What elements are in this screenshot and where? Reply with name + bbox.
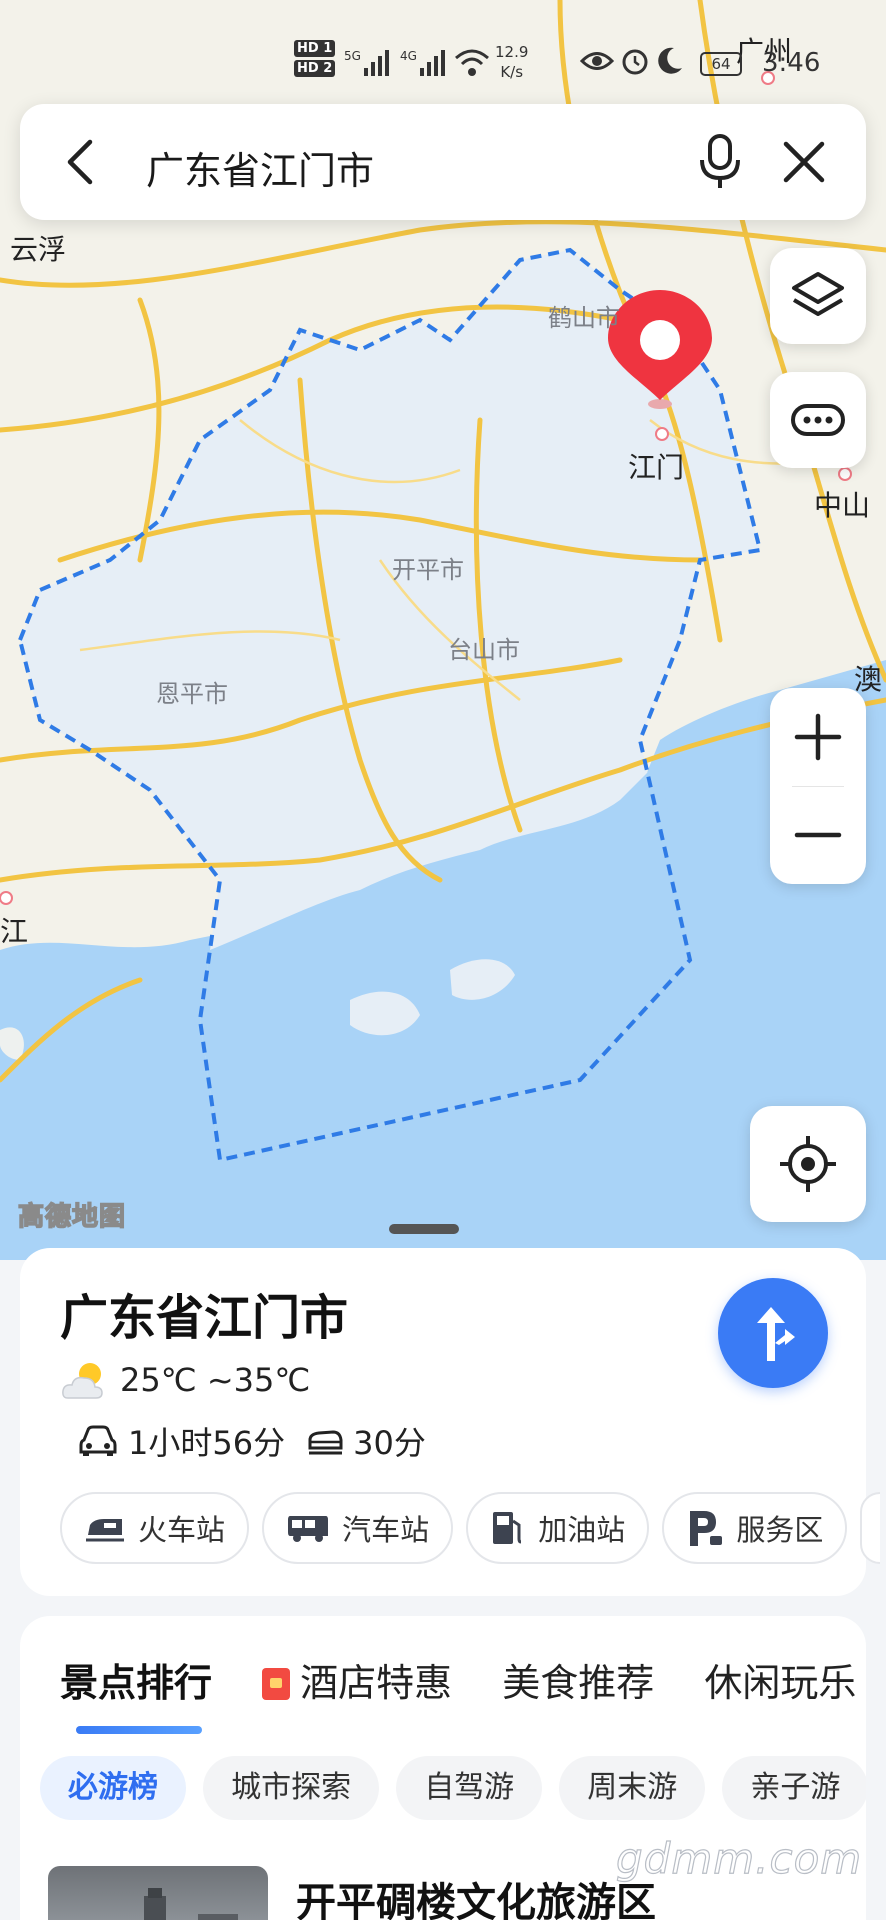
tab-food[interactable]: 美食推荐 <box>502 1652 654 1707</box>
chip-gas-station[interactable]: 加油站 <box>466 1492 650 1564</box>
route-arrow-icon <box>757 1307 795 1361</box>
map-label-taishan: 台山市 <box>448 636 520 664</box>
chip-bus-station[interactable]: 汽车站 <box>262 1492 454 1564</box>
nearby-chips: 火车站 汽车站 加油站 服务区 <box>60 1492 880 1566</box>
drive-time[interactable]: 1小时56分 <box>78 1418 285 1464</box>
zoom-in-button[interactable] <box>770 688 866 786</box>
svg-text:4G: 4G <box>400 49 417 63</box>
search-query-text[interactable]: 广东省江门市 <box>146 140 374 195</box>
temperature-range: 25℃ ~35℃ <box>120 1361 311 1399</box>
subtab-weekend[interactable]: 周末游 <box>559 1756 706 1820</box>
poi-title[interactable]: 开平碉楼文化旅游区 <box>296 1870 656 1920</box>
locate-button[interactable] <box>750 1106 866 1222</box>
clock: 3:46 <box>762 48 821 78</box>
moon-icon <box>656 46 684 81</box>
signal-5g-icon: 5G <box>344 46 392 85</box>
tab-hotel-deals[interactable]: 酒店特惠 <box>262 1652 452 1707</box>
map-label-kaiping: 开平市 <box>392 556 464 584</box>
bus-icon <box>288 1516 329 1542</box>
chip-train-station[interactable]: 火车站 <box>60 1492 250 1564</box>
microphone-icon[interactable] <box>690 132 750 192</box>
wifi-icon <box>454 46 490 85</box>
place-card: 广东省江门市 25℃ ~35℃ 1小时56分 30分 火车站 汽车站 加油站 服… <box>20 1248 880 1596</box>
map-label-jiangmen: 江门 <box>628 451 685 484</box>
chip-more[interactable] <box>860 1492 880 1564</box>
minus-icon <box>794 832 842 838</box>
map-label-yunfu: 云浮 <box>10 233 67 266</box>
recommend-subtabs: 必游榜 城市探索 自驾游 周末游 亲子游 <box>40 1756 866 1822</box>
eye-icon <box>579 48 615 79</box>
recommend-tabs: 景点排行 酒店特惠 美食推荐 休闲玩乐 <box>60 1652 866 1712</box>
svg-text:5G: 5G <box>344 49 361 63</box>
tab-attractions[interactable]: 景点排行 <box>60 1652 212 1707</box>
travel-times: 1小时56分 30分 <box>78 1418 448 1464</box>
more-icon <box>791 404 845 436</box>
gaode-logo: 高德地图 <box>17 1201 127 1233</box>
locate-icon <box>780 1136 836 1192</box>
battery-indicator: 64 <box>700 52 742 76</box>
car-icon <box>79 1425 117 1456</box>
poi-thumbnail[interactable] <box>48 1866 268 1920</box>
active-tab-indicator <box>76 1726 202 1734</box>
hd-indicator: HD 1 HD 2 <box>294 40 336 80</box>
subtab-family[interactable]: 亲子游 <box>722 1756 866 1820</box>
partly-cloudy-icon <box>62 1363 103 1399</box>
plus-icon <box>794 713 842 761</box>
subtab-self-drive[interactable]: 自驾游 <box>396 1756 543 1820</box>
map-label-heshan: 鹤山市 <box>548 304 620 332</box>
place-title: 广东省江门市 <box>60 1290 349 1346</box>
close-icon[interactable] <box>776 134 832 190</box>
drag-handle[interactable] <box>389 1224 459 1234</box>
subtab-city-explore[interactable]: 城市探索 <box>203 1756 380 1820</box>
rail-time[interactable]: 30分 <box>307 1418 426 1464</box>
more-button[interactable] <box>770 372 866 468</box>
network-speed: 12.9 K/s <box>495 43 529 81</box>
back-icon[interactable] <box>56 136 108 188</box>
gas-station-icon <box>493 1512 522 1544</box>
navigate-button[interactable] <box>718 1278 828 1388</box>
parking-icon <box>690 1511 723 1546</box>
tab-leisure[interactable]: 休闲玩乐 <box>704 1652 856 1707</box>
train-icon <box>86 1519 124 1542</box>
map-label-enping: 恩平市 <box>156 680 228 708</box>
map-label-zhongshan: 中山 <box>814 489 871 522</box>
signal-4g-icon: 4G <box>400 46 448 85</box>
subtab-must-visit[interactable]: 必游榜 <box>40 1756 186 1820</box>
layers-button[interactable] <box>770 248 866 344</box>
zoom-control <box>770 688 866 884</box>
high-speed-rail-icon <box>308 1430 343 1455</box>
watermark: gdmm.com <box>615 1833 863 1883</box>
alarm-icon <box>620 46 650 81</box>
red-envelope-icon <box>262 1668 291 1700</box>
zoom-out-button[interactable] <box>770 786 866 884</box>
search-bar[interactable]: 广东省江门市 <box>20 104 866 220</box>
weather-info: 25℃ ~35℃ <box>60 1356 310 1404</box>
chip-service-area[interactable]: 服务区 <box>662 1492 848 1564</box>
layers-icon <box>792 272 844 316</box>
status-bar: HD 1 HD 2 5G 4G 12.9 K/s 64 3:46 <box>290 38 870 88</box>
map-label-yangjiang: 阳江 <box>0 915 29 948</box>
